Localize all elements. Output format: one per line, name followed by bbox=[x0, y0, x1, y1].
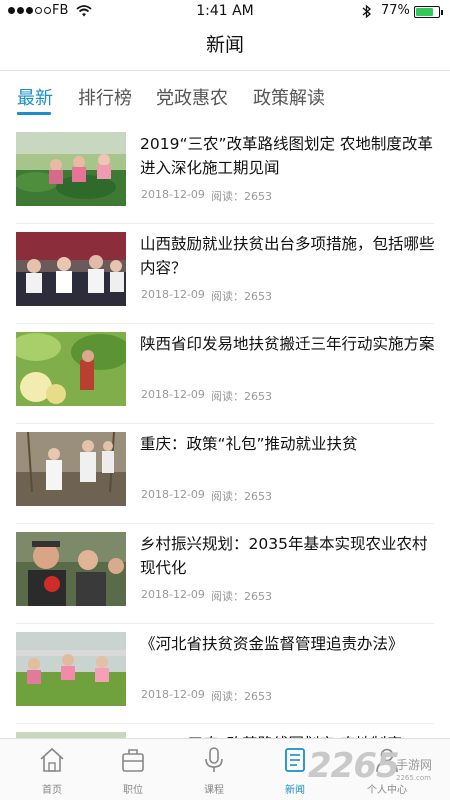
news-read-count: 阅读：2653 bbox=[211, 590, 272, 603]
news-icon bbox=[281, 746, 309, 774]
battery-icon bbox=[414, 6, 443, 18]
tab-latest[interactable]: 最新 bbox=[17, 84, 53, 110]
news-date: 2018-12-09 bbox=[141, 188, 205, 201]
news-title: 《河北省扶贫资金监督管理追责办法》 bbox=[140, 635, 404, 653]
tab-policy-interpretation[interactable]: 政策解读 bbox=[253, 84, 325, 110]
news-title: 重庆：政策“礼包”推动就业扶贫 bbox=[140, 435, 358, 453]
news-date: 2018-12-09 bbox=[141, 388, 205, 401]
news-read-count: 阅读：2653 bbox=[211, 390, 272, 403]
news-title: 陕西省印发易地扶贫搬迁三年行动实施方案 bbox=[140, 335, 435, 353]
news-title: 山西鼓励就业扶贫出台多项措施，包括哪些内容？ bbox=[140, 235, 435, 277]
news-thumbnail bbox=[16, 532, 126, 606]
news-read-count: 阅读：2653 bbox=[211, 490, 272, 503]
home-icon bbox=[38, 746, 66, 774]
active-tab-indicator bbox=[17, 112, 51, 115]
news-thumbnail bbox=[16, 232, 126, 306]
news-thumbnail bbox=[16, 332, 126, 406]
category-tabs: 最新 排行榜 党政惠农 政策解读 bbox=[0, 84, 450, 124]
news-thumbnail bbox=[16, 132, 126, 206]
news-item[interactable]: 陕西省印发易地扶贫搬迁三年行动实施方案 2018-12-09 阅读：2653 bbox=[0, 324, 450, 424]
battery-percentage: 77% bbox=[381, 3, 410, 18]
tabbar-label: 课程 bbox=[204, 785, 224, 796]
news-thumbnail bbox=[16, 432, 126, 506]
tab-ranking[interactable]: 排行榜 bbox=[78, 84, 132, 110]
briefcase-icon bbox=[119, 746, 147, 774]
tabbar-label: 职位 bbox=[123, 785, 143, 796]
watermark-text: 手游网 bbox=[396, 758, 433, 772]
news-date: 2018-12-09 bbox=[141, 588, 205, 601]
news-item[interactable]: 2019“三农”改革路线图划定 农地制度改革进入深化施工期见闻 2018-12-… bbox=[0, 124, 450, 224]
news-date: 2018-12-09 bbox=[141, 488, 205, 501]
tabbar-home[interactable]: 首页 bbox=[17, 739, 87, 800]
bluetooth-icon bbox=[362, 4, 372, 23]
news-title: 乡村振兴规划：2035年基本实现农业农村现代化 bbox=[140, 535, 428, 577]
news-title: 2019“三农”改革路线图划定 农地制度改革进入深化施工期见闻 bbox=[140, 135, 433, 177]
nav-divider bbox=[0, 70, 450, 71]
microphone-icon bbox=[200, 746, 228, 774]
news-item[interactable]: 《河北省扶贫资金监督管理追责办法》 2018-12-09 阅读：2653 bbox=[0, 624, 450, 724]
watermark-number: 2265 bbox=[308, 746, 400, 786]
news-read-count: 阅读：2653 bbox=[211, 190, 272, 203]
news-date: 2018-12-09 bbox=[141, 688, 205, 701]
watermark-logo: 2265 手游网 2265.com bbox=[308, 746, 450, 796]
news-read-count: 阅读：2653 bbox=[211, 290, 272, 303]
tab-party-policy[interactable]: 党政惠农 bbox=[156, 84, 228, 110]
page-title: 新闻 bbox=[205, 34, 244, 56]
news-item[interactable]: 乡村振兴规划：2035年基本实现农业农村现代化 2018-12-09 阅读：26… bbox=[0, 524, 450, 624]
tabbar-courses[interactable]: 课程 bbox=[179, 739, 249, 800]
tabbar-jobs[interactable]: 职位 bbox=[98, 739, 168, 800]
news-read-count: 阅读：2653 bbox=[211, 690, 272, 703]
status-bar: FB 1:41 AM 77% bbox=[0, 0, 450, 24]
news-item[interactable]: 山西鼓励就业扶贫出台多项措施，包括哪些内容？ 2018-12-09 阅读：265… bbox=[0, 224, 450, 324]
news-item[interactable]: 重庆：政策“礼包”推动就业扶贫 2018-12-09 阅读：2653 bbox=[0, 424, 450, 524]
tabbar-label: 首页 bbox=[42, 785, 62, 796]
news-date: 2018-12-09 bbox=[141, 288, 205, 301]
watermark-url: 2265.com bbox=[396, 774, 431, 782]
news-thumbnail bbox=[16, 632, 126, 706]
